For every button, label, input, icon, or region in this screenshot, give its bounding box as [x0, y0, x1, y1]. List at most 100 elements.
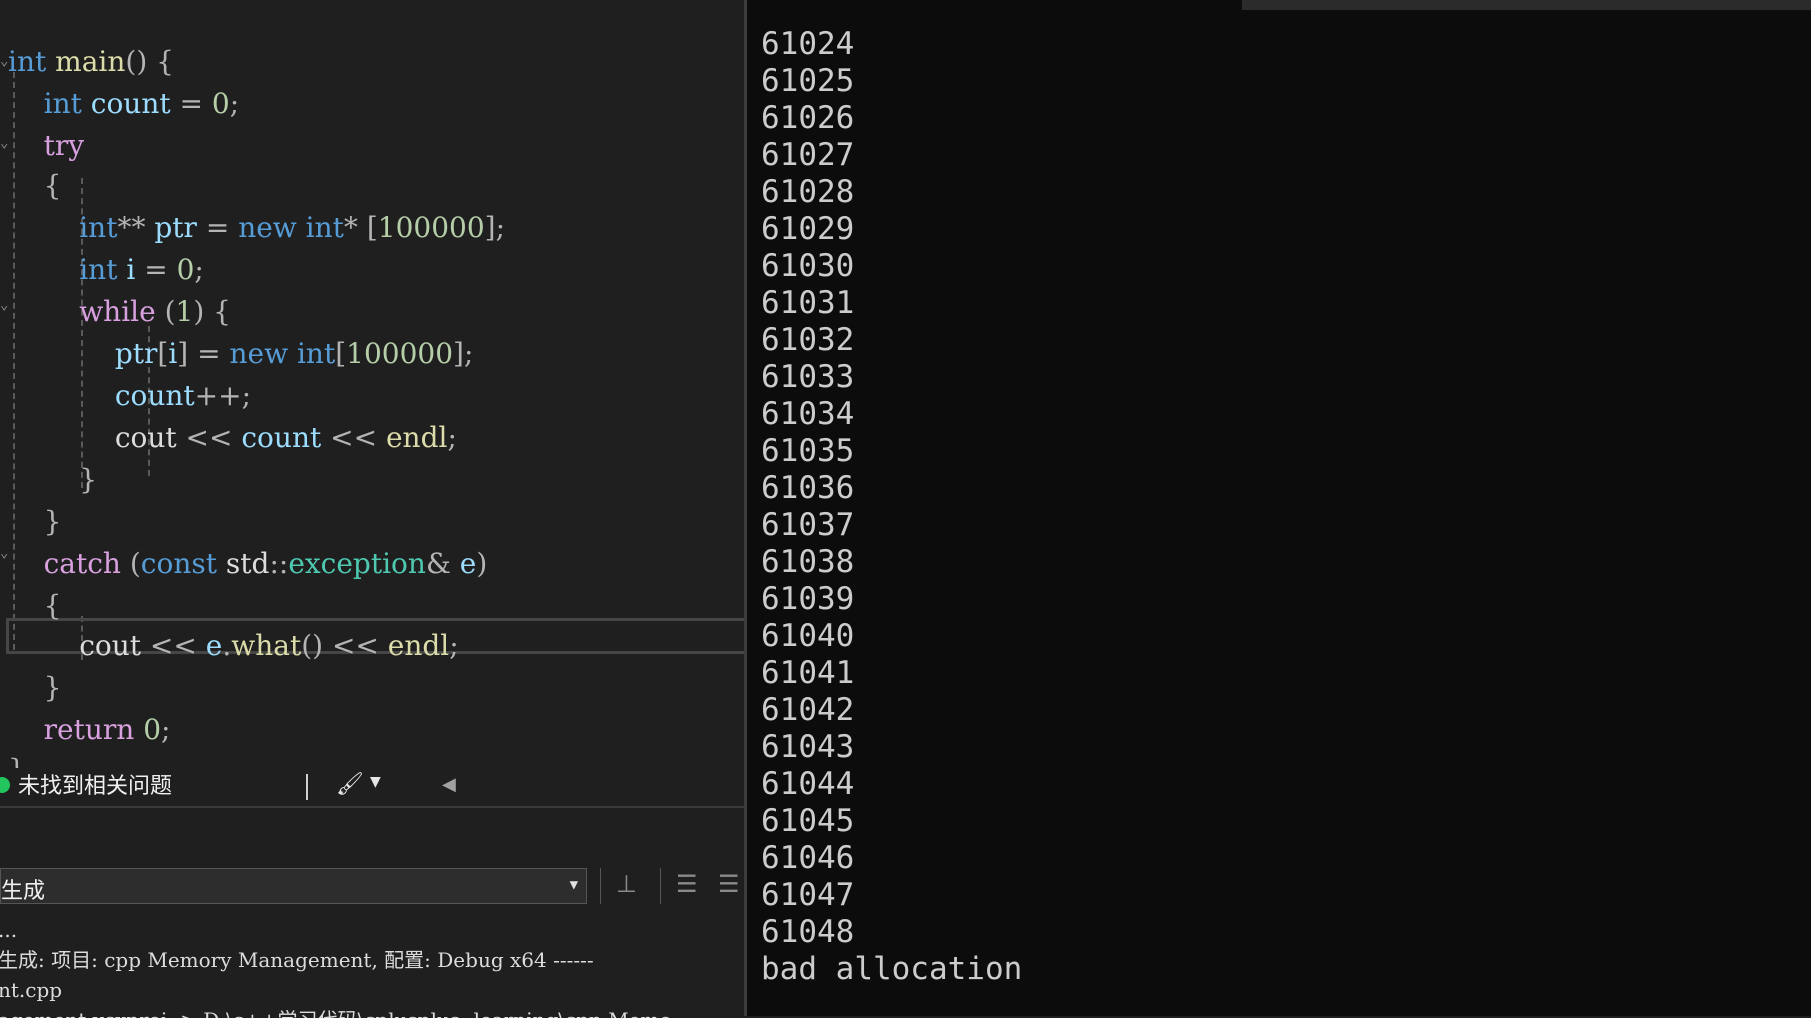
next-message-icon[interactable]: ☰	[718, 870, 740, 898]
code-token: count	[90, 87, 171, 120]
code-line[interactable]: try	[8, 126, 744, 166]
chevron-down-icon[interactable]: ▼	[370, 774, 381, 790]
console-line: 61030	[761, 248, 855, 284]
code-token: ) {	[193, 295, 231, 328]
chevron-down-icon: ▼	[569, 877, 578, 893]
code-token: ptr	[114, 337, 158, 370]
code-token: endl	[387, 629, 450, 662]
code-token: cout	[114, 421, 177, 454]
code-token: new	[229, 337, 289, 370]
fold-marker[interactable]: ⌄	[0, 546, 8, 560]
console-line: 61034	[761, 396, 855, 432]
console-line: 61031	[761, 285, 855, 321]
code-line[interactable]: catch (const std::exception& e)	[8, 544, 744, 584]
code-token: i	[126, 253, 136, 286]
code-token: 0	[211, 87, 230, 120]
console-line: 61026	[761, 100, 855, 136]
code-token: () <<	[301, 629, 388, 662]
code-token: (	[155, 295, 176, 328]
code-line[interactable]: int main() {	[8, 42, 744, 82]
fold-marker[interactable]: ⌄	[0, 298, 8, 312]
console-output: 61024 61025 61026 61027 61028 61029 61030 61031…	[761, 26, 1022, 988]
code-token: count	[241, 421, 322, 454]
code-line[interactable]: }	[8, 668, 744, 708]
console-line: 61036	[761, 470, 855, 506]
code-token: catch	[43, 547, 121, 580]
code-cleanup-brush-icon[interactable]: 🖌	[336, 772, 364, 797]
code-token: ::	[269, 547, 289, 580]
code-line[interactable]: int** ptr = new int* [100000];	[8, 208, 744, 248]
code-line[interactable]: int i = 0;	[8, 250, 744, 290]
output-line: ...	[0, 918, 18, 942]
code-line[interactable]: {	[8, 586, 744, 626]
console-line: bad allocation	[761, 951, 1023, 987]
toolbar-separator	[600, 868, 601, 904]
code-token: int	[79, 253, 118, 286]
code-token: )	[476, 547, 488, 580]
code-token: ];	[484, 211, 505, 244]
code-token: 100000	[377, 211, 485, 244]
code-line[interactable]: ptr[i] = new int[100000];	[8, 334, 744, 374]
console-line: 61043	[761, 729, 855, 765]
code-token: e	[205, 629, 223, 662]
output-source-dropdown[interactable]: 生成 ▼	[0, 868, 587, 904]
code-line[interactable]: }	[8, 750, 744, 768]
code-token: 0	[143, 713, 162, 746]
code-token: <<	[321, 421, 386, 454]
code-token: return	[43, 713, 135, 746]
code-token: endl	[385, 421, 448, 454]
fold-marker[interactable]: ⌄	[0, 54, 8, 68]
issues-status-text[interactable]: 未找到相关问题	[18, 774, 172, 800]
code-editor[interactable]: ⌄ ⌄ ⌄ ⌄ int main() { int count = 0; try …	[0, 0, 744, 768]
clear-output-icon[interactable]: ⊥	[616, 870, 637, 898]
code-token: 1	[175, 295, 194, 328]
console-line: 61048	[761, 914, 855, 950]
code-token: [	[157, 337, 169, 370]
code-token: int	[8, 45, 47, 78]
code-token: <<	[141, 629, 206, 662]
code-line[interactable]: cout << count << endl;	[8, 418, 744, 458]
code-line[interactable]: }	[8, 502, 744, 542]
code-line[interactable]: int count = 0;	[8, 84, 744, 124]
code-line[interactable]: count++;	[8, 376, 744, 416]
console-line: 61038	[761, 544, 855, 580]
console-line: 61046	[761, 840, 855, 876]
console-title-strip	[1242, 0, 1811, 10]
console-window[interactable]: 61024 61025 61026 61027 61028 61029 61030 61031…	[744, 0, 1811, 1016]
code-token: new	[238, 211, 297, 244]
code-token: {	[43, 589, 62, 622]
code-token: * [	[343, 211, 378, 244]
code-token: while	[79, 295, 156, 328]
code-token: std	[216, 547, 270, 580]
console-line: 61033	[761, 359, 855, 395]
code-token: what	[231, 629, 302, 662]
output-panel: 生成 ▼ ⊥ ☰ ☰ ... 生成: 项目: cpp Memory Managem…	[0, 806, 744, 1018]
code-token: int	[305, 211, 344, 244]
code-token: int	[43, 87, 82, 120]
scroll-left-arrow-icon[interactable]: ◀	[442, 774, 456, 795]
fold-marker[interactable]: ⌄	[0, 136, 8, 150]
console-line: 61047	[761, 877, 855, 913]
code-line[interactable]: while (1) {	[8, 292, 744, 332]
code-line[interactable]: return 0;	[8, 710, 744, 750]
output-source-selected: 生成	[1, 879, 46, 904]
console-line: 61044	[761, 766, 855, 802]
code-line[interactable]: }	[8, 460, 744, 500]
previous-message-icon[interactable]: ☰	[676, 870, 698, 898]
code-line[interactable]: {	[8, 166, 744, 206]
code-token: count	[114, 379, 195, 412]
code-token: ] =	[177, 337, 230, 370]
code-token: &	[425, 547, 460, 580]
code-token: ;	[447, 421, 457, 454]
code-line[interactable]: cout << e.what() << endl;	[8, 626, 744, 666]
code-token: main	[55, 45, 126, 78]
